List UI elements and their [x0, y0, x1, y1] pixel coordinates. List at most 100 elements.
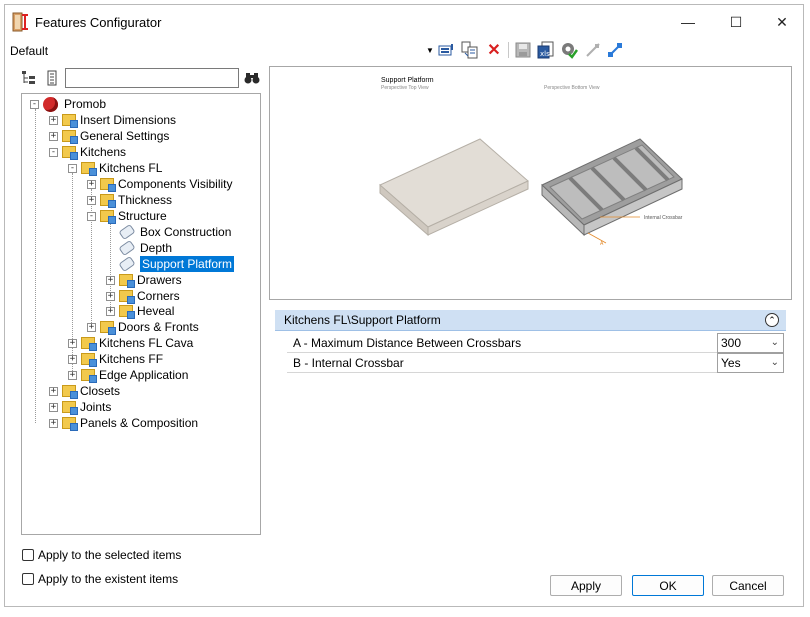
platform-drawing	[379, 138, 683, 244]
tree-node-label: Kitchens	[80, 145, 127, 159]
tree-node-label: Heveal	[137, 304, 175, 318]
expand-toggle[interactable]: +	[87, 322, 96, 332]
tree-node-heveal[interactable]: + Heveal	[106, 303, 174, 319]
tree-node-edge-application[interactable]: + Edge Application	[68, 367, 188, 383]
tree-node-support-platform[interactable]: Support Platform	[118, 255, 235, 273]
expand-toggle[interactable]: +	[106, 275, 115, 285]
tree-node-general-settings[interactable]: + General Settings	[49, 128, 169, 144]
apply-existent-option[interactable]: Apply to the existent items	[22, 572, 178, 586]
preview-dimension-mark: A	[600, 241, 604, 247]
tree-node-kitchens-fl-cava[interactable]: + Kitchens FL Cava	[68, 335, 193, 351]
tree-node-panels-composition[interactable]: + Panels & Composition	[49, 415, 198, 431]
expand-toggle[interactable]: +	[106, 306, 115, 316]
tree-node-depth[interactable]: Depth	[118, 239, 172, 257]
tree-node-label: Closets	[80, 384, 121, 398]
tree-node-promob[interactable]: - Promob	[30, 96, 106, 112]
tree-node-joints[interactable]: + Joints	[49, 399, 111, 415]
feature-icon	[118, 255, 136, 273]
folder-icon	[62, 385, 78, 399]
apply-button[interactable]: Apply	[550, 575, 622, 596]
minimize-button[interactable]: —	[668, 8, 708, 36]
tree-node-box-construction[interactable]: Box Construction	[118, 223, 232, 241]
tree-node-thickness[interactable]: + Thickness	[87, 192, 172, 208]
expand-toggle[interactable]: +	[87, 179, 96, 189]
expand-toggle[interactable]: +	[49, 131, 58, 141]
copy-icon[interactable]	[460, 40, 480, 60]
settings-check-icon[interactable]	[559, 40, 579, 60]
chevron-down-icon: ⌄	[770, 337, 779, 348]
tree-node-components-visibility[interactable]: + Components Visibility	[87, 176, 233, 192]
property-row-internal-crossbar: B - Internal Crossbar Yes ⌄	[287, 353, 784, 373]
collapse-toggle[interactable]: -	[49, 147, 58, 157]
ok-button[interactable]: OK	[632, 575, 704, 596]
window-title: Features Configurator	[35, 15, 162, 30]
properties-section-header[interactable]: Kitchens FL\Support Platform ⌃	[275, 310, 786, 331]
expand-icon[interactable]	[605, 40, 625, 60]
tree-node-label: Joints	[80, 400, 112, 414]
folder-icon	[62, 130, 78, 144]
export-icon[interactable]: xls	[536, 40, 556, 60]
save-icon[interactable]	[513, 40, 533, 60]
max-distance-select[interactable]: 300 ⌄	[717, 333, 784, 353]
collapse-toggle[interactable]: -	[68, 163, 77, 173]
cancel-button[interactable]: Cancel	[712, 575, 784, 596]
preview-annotation: Internal Crossbar	[644, 215, 683, 221]
apply-selected-option[interactable]: Apply to the selected items	[22, 548, 181, 562]
folder-icon	[100, 194, 116, 208]
tree-node-kitchens-ff[interactable]: + Kitchens FF	[68, 351, 163, 367]
expand-toggle[interactable]: +	[49, 386, 58, 396]
expand-toggle[interactable]: +	[106, 291, 115, 301]
apply-existent-checkbox[interactable]	[22, 573, 34, 585]
list-view-icon[interactable]	[45, 70, 59, 86]
tree-node-drawers[interactable]: + Drawers	[106, 272, 182, 288]
section-title: Kitchens FL\Support Platform	[284, 313, 441, 327]
delete-icon[interactable]: ✕	[484, 40, 504, 60]
folder-icon	[81, 337, 97, 351]
expand-toggle[interactable]: +	[68, 338, 77, 348]
internal-crossbar-select[interactable]: Yes ⌄	[717, 353, 784, 373]
properties-icon[interactable]	[436, 40, 456, 60]
maximize-button[interactable]: ☐	[716, 8, 756, 36]
expand-toggle[interactable]: +	[68, 370, 77, 380]
folder-icon	[62, 146, 78, 160]
tree-node-label: General Settings	[80, 129, 170, 143]
tree-node-structure[interactable]: - Structure	[87, 208, 167, 224]
select-value: 300	[721, 336, 742, 350]
collapse-toggle[interactable]: -	[30, 99, 39, 109]
property-row-max-distance: A - Maximum Distance Between Crossbars 3…	[287, 333, 784, 353]
tree-node-kitchens[interactable]: - Kitchens	[49, 144, 126, 160]
tree-node-doors-fronts[interactable]: + Doors & Fronts	[87, 319, 199, 335]
app-icon	[12, 12, 29, 32]
feature-icon	[118, 223, 136, 241]
tree-node-corners[interactable]: + Corners	[106, 288, 180, 304]
find-button[interactable]	[243, 68, 260, 88]
collapse-icon[interactable]	[583, 40, 603, 60]
tree-node-label: Corners	[137, 289, 180, 303]
tree-node-label-selected: Support Platform	[140, 256, 235, 272]
expand-toggle[interactable]: +	[68, 354, 77, 364]
maximize-icon: ☐	[729, 13, 743, 30]
tree-node-closets[interactable]: + Closets	[49, 383, 120, 399]
apply-selected-checkbox[interactable]	[22, 549, 34, 561]
folder-icon	[100, 210, 116, 224]
property-label: B - Internal Crossbar	[293, 356, 404, 370]
tree-node-kitchens-fl[interactable]: - Kitchens FL	[68, 160, 162, 176]
expand-toggle[interactable]: +	[49, 115, 58, 125]
chevron-down-icon: ⌄	[770, 357, 779, 368]
tree-node-insert-dimensions[interactable]: + Insert Dimensions	[49, 112, 176, 128]
tree-node-label: Box Construction	[140, 225, 232, 239]
folder-icon	[119, 290, 135, 304]
feature-preview-image: Support Platform Perspective Top View Pe…	[269, 66, 792, 300]
expand-toggle[interactable]: +	[49, 402, 58, 412]
configuration-name: Default	[10, 44, 49, 58]
collapse-toggle[interactable]: -	[87, 211, 96, 221]
tree-node-label: Thickness	[118, 193, 173, 207]
expand-toggle[interactable]: +	[49, 418, 58, 428]
folder-icon	[81, 353, 97, 367]
search-input[interactable]	[65, 68, 239, 88]
close-button[interactable]: ✕	[762, 8, 802, 36]
collapse-section-button[interactable]: ⌃	[765, 313, 779, 327]
folder-icon	[119, 274, 135, 288]
tree-view-icon[interactable]	[21, 70, 37, 86]
expand-toggle[interactable]: +	[87, 195, 96, 205]
